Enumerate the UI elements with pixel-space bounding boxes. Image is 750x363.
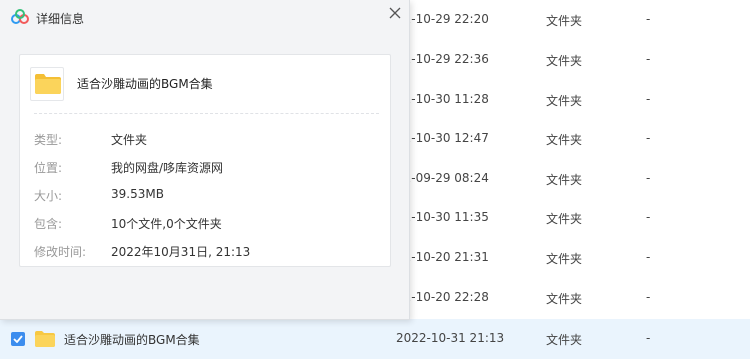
file-type: 文件夹 — [546, 252, 583, 266]
file-type: 文件夹 — [546, 292, 583, 306]
info-label: 类型: — [34, 133, 63, 147]
info-row-type: 类型: 文件夹 — [34, 131, 384, 149]
file-size: - — [646, 210, 651, 224]
file-size: - — [646, 290, 651, 304]
folder-icon — [34, 330, 56, 351]
divider — [34, 113, 379, 114]
file-type: 文件夹 — [546, 173, 583, 187]
info-label: 大小: — [34, 189, 63, 203]
info-label: 位置: — [34, 161, 63, 175]
details-panel-header: 详细信息 — [0, 0, 410, 36]
panel-title: 详细信息 — [36, 12, 85, 26]
folder-name: 适合沙雕动画的BGM合集 — [77, 77, 213, 91]
cloud-logo-icon — [10, 9, 30, 28]
checkbox-checked-icon[interactable] — [11, 332, 25, 346]
info-value: 我的网盘/哆库资源网 — [111, 161, 224, 175]
file-name[interactable]: 适合沙雕动画的BGM合集 — [64, 331, 200, 348]
file-type: 文件夹 — [546, 133, 583, 147]
info-label: 修改时间: — [34, 245, 87, 259]
info-row-modified: 修改时间: 2022年10月31日, 21:13 — [34, 243, 384, 261]
file-size: - — [646, 52, 651, 66]
details-panel: 详细信息 适合沙雕动画的BGM合集 类型: 文件夹 位置: 我的网盘/哆库资源网… — [0, 0, 410, 320]
info-value: 文件夹 — [111, 133, 148, 147]
file-size: - — [646, 131, 651, 145]
info-value: 2022年10月31日, 21:13 — [111, 245, 251, 259]
file-size: - — [646, 171, 651, 185]
info-value: 10个文件,0个文件夹 — [111, 217, 222, 231]
file-size: - — [646, 12, 651, 26]
info-value: 39.53MB — [111, 187, 164, 201]
folder-icon — [30, 67, 64, 101]
file-type: 文件夹 — [546, 54, 583, 68]
file-size: - — [646, 250, 651, 264]
info-label: 包含: — [34, 217, 63, 231]
file-type: 文件夹 — [546, 14, 583, 28]
info-row-size: 大小: 39.53MB — [34, 187, 384, 205]
info-row-location: 位置: 我的网盘/哆库资源网 — [34, 159, 384, 177]
details-card: 适合沙雕动画的BGM合集 类型: 文件夹 位置: 我的网盘/哆库资源网 大小: … — [19, 54, 391, 267]
file-row-selected[interactable]: 适合沙雕动画的BGM合集 2022-10-31 21:13 文件夹 - — [0, 319, 750, 359]
info-row-contains: 包含: 10个文件,0个文件夹 — [34, 215, 384, 233]
file-type: 文件夹 — [546, 94, 583, 108]
file-type: 文件夹 — [546, 212, 583, 226]
close-icon[interactable] — [386, 4, 404, 22]
file-type: 文件夹 — [546, 333, 583, 347]
file-date: 2022-10-31 21:13 — [396, 331, 505, 345]
file-size: - — [646, 331, 651, 345]
file-size: - — [646, 92, 651, 106]
